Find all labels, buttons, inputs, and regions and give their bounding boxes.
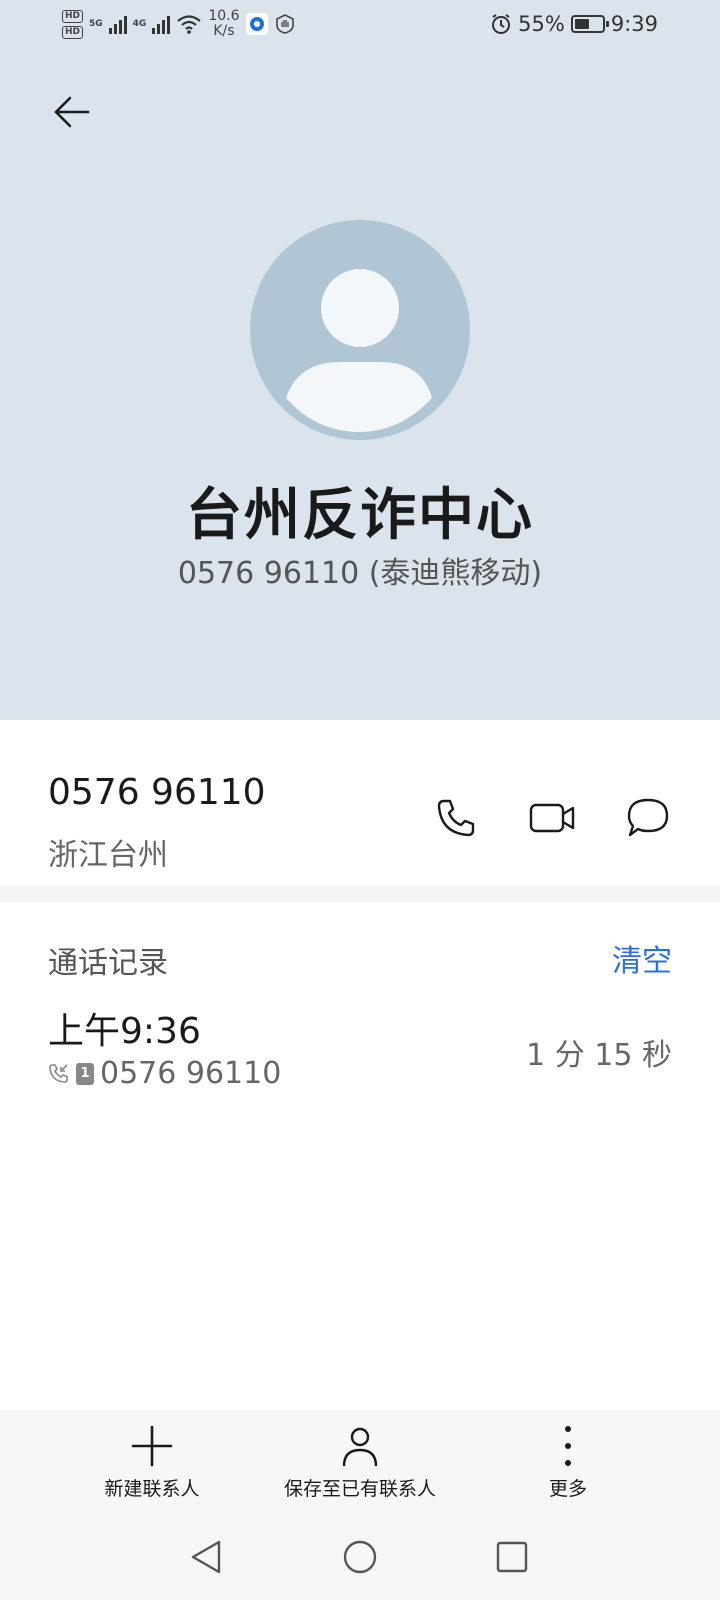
person-icon <box>342 1427 378 1467</box>
phone-number[interactable]: 0576 96110 <box>48 772 266 813</box>
number-location: 浙江台州 <box>48 838 168 873</box>
nav-home-button[interactable] <box>338 1535 382 1579</box>
avatar <box>250 220 470 440</box>
more-label: 更多 <box>548 1478 587 1500</box>
square-recents-icon <box>496 1541 528 1573</box>
battery-percent: 55% <box>518 12 565 36</box>
status-bar: HD HD 5G 4G 10.6 K/s 55% 9:39 <box>0 0 720 48</box>
hd-icon: HD <box>62 9 84 23</box>
message-button[interactable] <box>624 794 672 842</box>
nav-recents-button[interactable] <box>490 1535 534 1579</box>
status-right: 55% 9:39 <box>490 10 658 38</box>
save-to-existing-label: 保存至已有联系人 <box>283 1478 436 1500</box>
back-button[interactable] <box>48 88 96 136</box>
signal-icon <box>108 14 127 34</box>
network-4g-label: 4G <box>132 19 147 29</box>
phone-icon <box>437 799 475 837</box>
new-contact-label: 新建联系人 <box>104 1478 200 1500</box>
alarm-icon <box>492 14 511 34</box>
call-log-detail: 1 0576 96110 <box>48 1056 281 1091</box>
plus-icon <box>131 1425 173 1467</box>
call-log-title: 通话记录 <box>48 946 168 981</box>
battery-icon <box>570 15 609 33</box>
contact-number-subtitle: 0576 96110 (泰迪熊移动) <box>177 556 543 591</box>
call-log-time[interactable]: 上午9:36 <box>48 1002 201 1054</box>
new-contact-button[interactable]: 新建联系人 <box>92 1424 212 1501</box>
call-button[interactable] <box>432 794 480 842</box>
status-left: HD HD 5G 4G 10.6 K/s <box>62 6 296 42</box>
hd-icon: HD <box>62 25 84 39</box>
call-duration: 1 分 15 秒 <box>526 1038 672 1073</box>
network-speed: 10.6 K/s <box>208 8 240 39</box>
nav-back-button[interactable] <box>184 1535 228 1579</box>
shield-hand-icon <box>274 13 296 35</box>
video-call-icon <box>529 803 575 833</box>
contact-name: 台州反诈中心 <box>186 483 534 548</box>
triangle-back-icon <box>191 1540 221 1574</box>
app-notification-icon <box>245 13 268 35</box>
signal-icon <box>152 14 171 34</box>
incoming-call-icon <box>49 1063 68 1083</box>
status-time: 9:39 <box>610 12 658 36</box>
arrow-left-icon <box>54 96 90 128</box>
hd-indicators: HD HD <box>62 9 84 39</box>
save-to-existing-button[interactable]: 保存至已有联系人 <box>270 1424 450 1501</box>
more-vertical-icon <box>565 1426 571 1466</box>
circle-home-icon <box>343 1540 377 1574</box>
sim-card-icon: 1 <box>76 1062 94 1085</box>
wifi-icon <box>177 15 202 34</box>
section-divider <box>0 886 720 902</box>
battery-level <box>574 19 589 29</box>
person-placeholder-icon <box>286 269 432 432</box>
clear-call-log-button[interactable]: 清空 <box>612 936 672 980</box>
network-5g-label: 5G <box>89 19 103 29</box>
video-call-button[interactable] <box>528 794 576 842</box>
message-icon <box>627 798 669 837</box>
call-log-number: 0576 96110 <box>100 1056 282 1091</box>
more-button[interactable]: 更多 <box>528 1424 608 1501</box>
